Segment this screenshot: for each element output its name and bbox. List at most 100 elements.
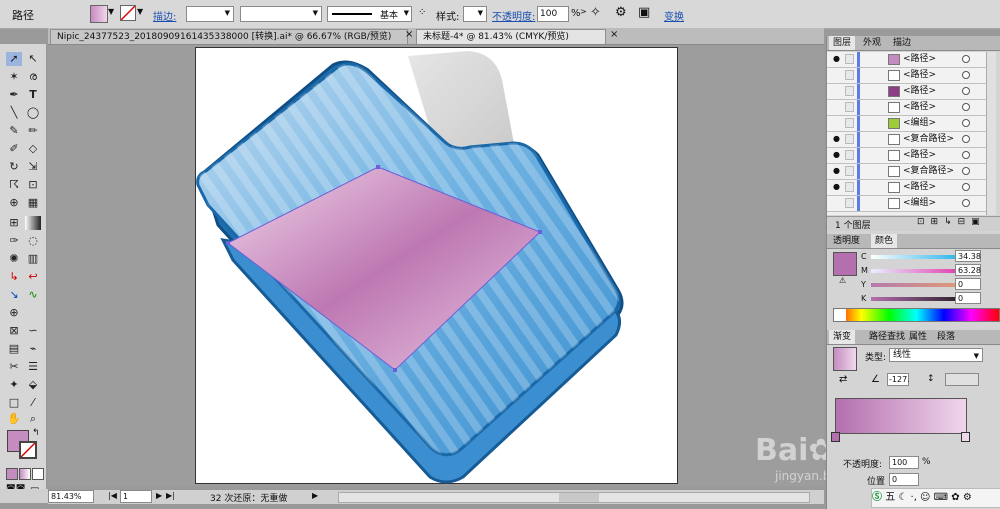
close-tab-2-icon[interactable]: × (610, 29, 618, 40)
artwork[interactable] (48, 45, 824, 486)
scrollbar-thumb[interactable] (559, 493, 599, 502)
knife-tool-icon[interactable]: ⌁ (25, 342, 41, 356)
eraser-tool-icon[interactable]: ◇ (25, 142, 41, 156)
layer-row[interactable]: <编组> (827, 116, 995, 132)
fill-dropdown-icon[interactable]: ▼ (108, 7, 114, 16)
direct-selection-tool-icon[interactable]: ↖ (25, 52, 41, 66)
horizontal-scrollbar[interactable] (338, 492, 810, 503)
tab-stroke[interactable]: 描边 (889, 36, 915, 50)
paintbrush-tool-icon[interactable]: ✎ (6, 124, 22, 138)
color-mode-button[interactable] (6, 468, 18, 480)
angle-field[interactable]: -127. (887, 373, 910, 386)
layer-row[interactable]: <路径> (827, 100, 995, 116)
warp-tool-icon[interactable]: ☈ (6, 178, 22, 192)
stroke-color-box[interactable] (19, 441, 37, 459)
lock-toggle[interactable] (845, 86, 854, 96)
gradient-opacity-field[interactable]: 100 (889, 456, 919, 469)
gradient-swatch[interactable] (833, 347, 857, 371)
type-tool-icon[interactable]: T (25, 88, 41, 102)
measure-tool-icon[interactable]: ⁄ (25, 396, 41, 410)
rectangle-grid-tool-icon[interactable]: □ (6, 396, 22, 410)
stroke-label[interactable]: 描边: (153, 8, 176, 23)
mesh-tool-icon[interactable]: ⊞ (6, 216, 22, 230)
align-icon[interactable]: ▣ (638, 5, 650, 20)
lock-toggle[interactable] (845, 166, 854, 176)
lock-toggle[interactable] (845, 150, 854, 160)
eye-icon[interactable]: ● (833, 55, 842, 63)
grid-icon[interactable]: ⁘ (418, 7, 426, 18)
curve-tool-icon[interactable]: ↩ (25, 270, 41, 284)
gradient-tool-icon[interactable] (25, 216, 41, 230)
color-spectrum-bar[interactable] (833, 308, 1000, 322)
zoom-field[interactable]: 81.43% (48, 490, 94, 503)
location-field[interactable]: 0 (889, 473, 919, 486)
channel-k-value[interactable]: 0 (955, 292, 981, 304)
eye-hidden-icon[interactable] (833, 199, 842, 207)
line-tool-icon[interactable]: ╲ (6, 106, 22, 120)
anchor-point-left[interactable] (226, 241, 230, 245)
layer-row[interactable]: <编组> (827, 196, 995, 212)
layer-name[interactable]: <路径> (903, 100, 936, 115)
symbol-sprayer-tool-icon[interactable]: ✺ (6, 252, 22, 266)
scissors-tool-icon[interactable]: ✂ (6, 360, 22, 374)
crosshair-tool-icon[interactable]: ⊕ (6, 306, 22, 320)
puppet-tool-icon[interactable]: ✦ (6, 378, 22, 392)
channel-m-value[interactable]: 63.28 (955, 264, 981, 276)
tab-document-1[interactable]: Nipic_24377523_20180909161435338000 [转换]… (50, 29, 408, 44)
opacity-label[interactable]: 不透明度: (492, 8, 535, 23)
eye-hidden-icon[interactable] (833, 103, 842, 111)
target-icon[interactable] (962, 55, 970, 63)
swap-colors-icon[interactable]: ↰ (32, 428, 40, 438)
target-icon[interactable] (962, 151, 970, 159)
stroke-swatch[interactable] (120, 5, 136, 21)
tab-gradient[interactable]: 渐变 (829, 330, 856, 344)
tab-attributes[interactable]: 属性 (905, 330, 931, 344)
chart-tool-icon[interactable]: ▤ (6, 342, 22, 356)
layer-row[interactable]: ● <路径> (827, 52, 995, 68)
blob-brush-tool-icon[interactable]: ✐ (6, 142, 22, 156)
lock-toggle[interactable] (845, 102, 854, 112)
brush-definition[interactable]: 基本 ▼ (327, 6, 412, 22)
status-menu-icon[interactable]: ▶ (312, 491, 318, 500)
anchor-point-top[interactable] (376, 165, 380, 169)
close-tab-1-icon[interactable]: × (405, 29, 413, 40)
target-icon[interactable] (962, 103, 970, 111)
eye-icon[interactable]: ● (833, 135, 842, 143)
next-page-icon[interactable]: ▶ (156, 491, 162, 500)
layer-name[interactable]: <路径> (903, 52, 936, 67)
ellipse-tool-icon[interactable]: ◯ (25, 106, 41, 120)
eye-icon[interactable]: ● (833, 183, 842, 191)
layer-row[interactable]: ● <复合路径> (827, 132, 995, 148)
channel-c-value[interactable]: 34.38 (955, 250, 981, 262)
anchor-point-right[interactable] (538, 230, 542, 234)
settings-gear-icon[interactable]: ⚙ (615, 5, 627, 20)
target-icon[interactable] (962, 71, 970, 79)
slice-tool-icon[interactable]: ∽ (25, 324, 41, 338)
layer-name[interactable]: <路径> (903, 148, 936, 163)
shape-builder-tool-icon[interactable]: ⊕ (6, 196, 22, 210)
tab-paragraph[interactable]: 段落 (933, 330, 959, 344)
layers-footer-icons[interactable]: ⊡⊞↳⊟▣ (917, 217, 986, 227)
anchor-tool-icon[interactable]: ↳ (6, 270, 22, 284)
tab-transparency[interactable]: 透明度 (829, 234, 864, 248)
perspective-grid-tool-icon[interactable]: ▦ (25, 196, 41, 210)
tab-color[interactable]: 颜色 (871, 234, 898, 248)
reverse-gradient-icon[interactable]: ⇄ (839, 374, 847, 385)
hand-tool-icon[interactable]: ✋ (6, 412, 22, 426)
smooth-tool-icon[interactable]: ∿ (25, 288, 41, 302)
blend-tool-icon[interactable]: ◌ (25, 234, 41, 248)
layer-name[interactable]: <编组> (903, 116, 936, 131)
eye-hidden-icon[interactable] (833, 119, 842, 127)
target-icon[interactable] (962, 135, 970, 143)
stroke-weight-field[interactable]: ▼ (186, 6, 234, 22)
layer-row[interactable]: <路径> (827, 68, 995, 84)
aspect-field[interactable] (945, 373, 979, 386)
layer-name[interactable]: <路径> (903, 68, 936, 83)
eye-icon[interactable]: ● (833, 167, 842, 175)
artboard-tool-icon[interactable]: ⊠ (6, 324, 22, 338)
lock-toggle[interactable] (845, 198, 854, 208)
eye-hidden-icon[interactable] (833, 87, 842, 95)
layers-scrollbar[interactable] (986, 52, 996, 215)
rotate-tool-icon[interactable]: ↻ (6, 160, 22, 174)
transform-link[interactable]: 变换 (664, 8, 684, 23)
